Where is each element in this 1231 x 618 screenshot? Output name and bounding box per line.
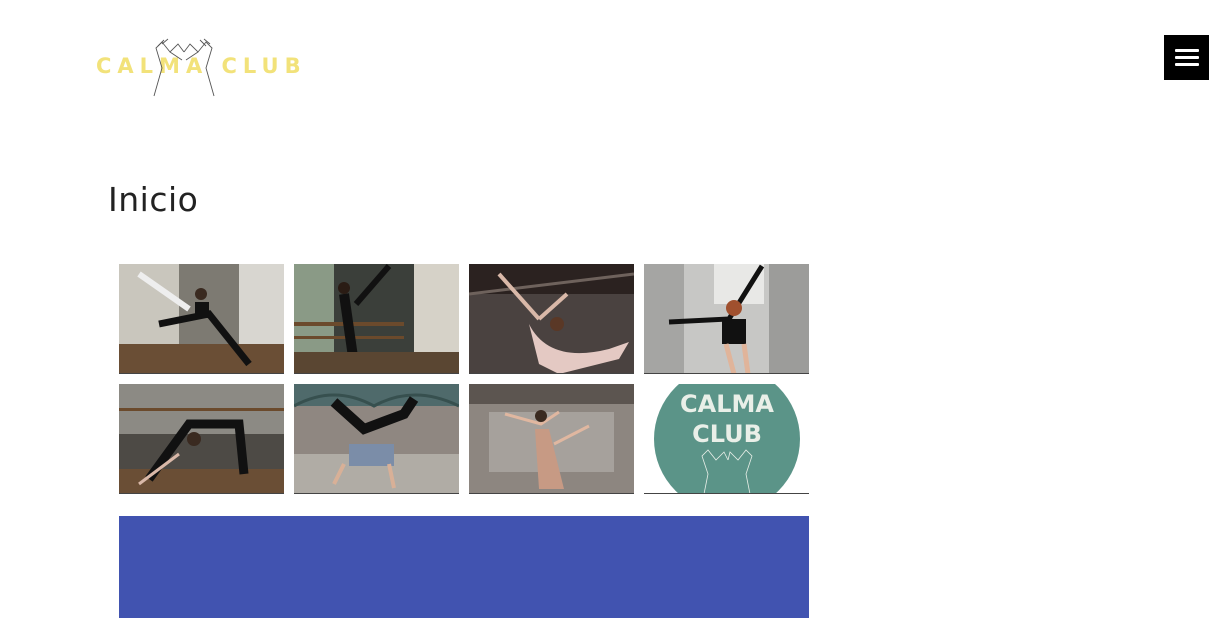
- hands-logo-icon: [153, 38, 215, 97]
- photo-aerial-split: [119, 264, 284, 373]
- photo-dancer-leap: [469, 264, 634, 373]
- photo-dancer-jump: [644, 264, 809, 373]
- gallery-item-7[interactable]: [469, 384, 634, 494]
- gallery-item-1[interactable]: [119, 264, 284, 374]
- photo-barre-kick: [294, 264, 459, 373]
- photo-calma-logo: CALMA CLUB: [644, 384, 809, 493]
- gallery-item-8[interactable]: CALMA CLUB: [644, 384, 809, 494]
- menu-button[interactable]: [1164, 35, 1209, 80]
- svg-text:CLUB: CLUB: [692, 420, 762, 448]
- promo-banner: [119, 516, 809, 618]
- gallery-item-2[interactable]: [294, 264, 459, 374]
- photo-backbend: [119, 384, 284, 493]
- gallery-item-3[interactable]: [469, 264, 634, 374]
- page-title: Inicio: [108, 180, 199, 219]
- photo-contemporary: [469, 384, 634, 493]
- photo-breakdance: [294, 384, 459, 493]
- photo-gallery: CALMA CLUB: [119, 264, 809, 494]
- gallery-item-4[interactable]: [644, 264, 809, 374]
- svg-text:CALMA: CALMA: [680, 390, 774, 418]
- hamburger-icon: [1174, 49, 1199, 66]
- site-logo[interactable]: CALMA CLUB: [94, 38, 301, 98]
- gallery-item-5[interactable]: [119, 384, 284, 494]
- gallery-item-6[interactable]: [294, 384, 459, 494]
